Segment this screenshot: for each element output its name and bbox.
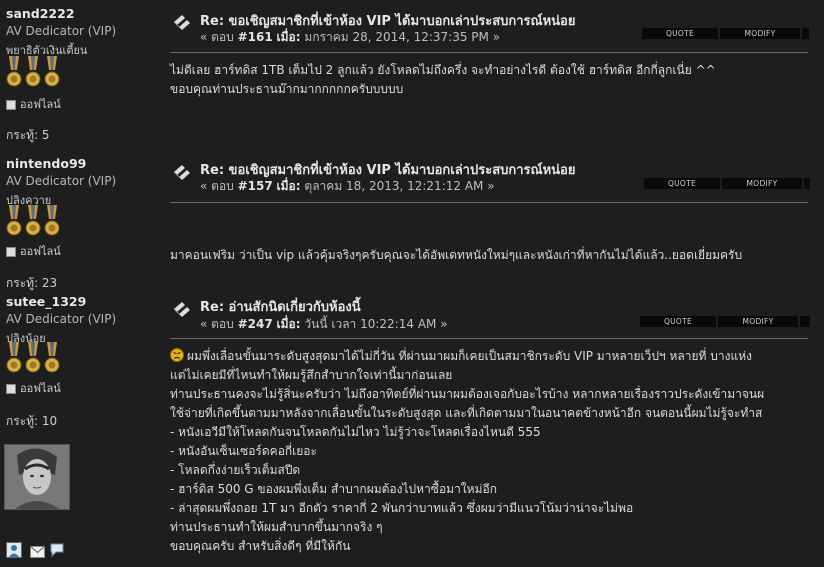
modify-button[interactable]: MODIFY <box>722 178 802 189</box>
body-line: - ฮาร์ดิส 500 G ของผมพึ่งเต็ม สำบากผมต้อ… <box>170 482 497 496</box>
post-meta: « ตอบ #157 เมื่อ: ตุลาคม 18, 2013, 12:21… <box>200 179 495 193</box>
medals <box>6 205 66 241</box>
post-date: มกราคม 28, 2014, 12:37:35 PM » <box>304 30 501 44</box>
personal-message-icon[interactable] <box>50 543 64 558</box>
post-3: sutee_1329 AV Dedicator (VIP) ปลิงน้อย อ… <box>0 290 824 567</box>
post-2: nintendo99 AV Dedicator (VIP) ปลิงควาย อ… <box>0 150 824 290</box>
body-line: ท่านประธานคงจะไม่รู้สิ่นะครับว่า ไม่ถึงอ… <box>170 387 765 401</box>
online-status: ออฟไลน์ <box>6 379 61 397</box>
medal-icon <box>25 342 41 373</box>
status-box-icon <box>6 384 16 394</box>
post-title[interactable]: Re: อ่านสักนิดเกี่ยวกับห้องนี้ <box>200 296 361 317</box>
status-box-icon <box>6 100 16 110</box>
body-line: - ล่าสุดผมพึ่งถอย 1T มา อีกตัว ราคากี่ 2… <box>170 501 634 515</box>
author-name[interactable]: sand2222 <box>6 6 75 21</box>
medal-icon <box>6 205 22 236</box>
post-icon <box>173 165 190 180</box>
post-icon <box>173 302 190 317</box>
author-name[interactable]: sutee_1329 <box>6 294 86 309</box>
medals <box>6 342 66 378</box>
reply-number: #157 <box>237 179 273 193</box>
extra-button[interactable] <box>800 316 810 327</box>
modify-button[interactable]: MODIFY <box>718 316 798 327</box>
online-status: ออฟไลน์ <box>6 242 61 260</box>
extra-button[interactable] <box>804 178 810 189</box>
status-box-icon <box>6 247 16 257</box>
post-1: sand2222 AV Dedicator (VIP) พยาธิตัวเงิน… <box>0 0 824 150</box>
body-line: มาคอนเฟริม ว่าเป็น vip แล้วคุ้มจริงๆครับ… <box>170 248 743 262</box>
online-status: ออฟไลน์ <box>6 95 61 113</box>
body-line: แต่ไม่เคยมีที่ไหนทำให้ผมรู้สึกสำบากใจเท่… <box>170 368 453 382</box>
post-meta: « ตอบ #247 เมื่อ: วันนี้ เวลา 10:22:14 A… <box>200 317 448 331</box>
author-rank: AV Dedicator (VIP) <box>6 174 117 188</box>
medal-icon <box>44 205 60 236</box>
post-icon <box>173 15 190 30</box>
post-body: มาคอนเฟริม ว่าเป็น vip แล้วคุ้มจริงๆครับ… <box>170 246 742 265</box>
email-icon[interactable] <box>30 546 45 558</box>
quote-button[interactable]: QUOTE <box>642 28 718 39</box>
medal-icon <box>25 56 41 87</box>
status-label: ออฟไลน์ <box>20 382 61 395</box>
status-label: ออฟไลน์ <box>20 245 61 258</box>
post-date: วันนี้ เวลา 10:22:14 AM » <box>304 317 448 331</box>
medal-icon <box>6 56 22 87</box>
medal-icon <box>44 56 60 87</box>
body-line: - หนังอันเซ็นเซอร์ดคอกี่เยอะ <box>170 444 317 458</box>
profile-icon[interactable] <box>6 542 22 558</box>
body-line: ไม่ดีเลย ฮาร์ทดิส 1TB เต็มไป 2 ลูกแล้ว ย… <box>170 63 716 77</box>
divider <box>170 338 808 339</box>
reply-number: #161 <box>237 30 273 44</box>
post-date: ตุลาคม 18, 2013, 12:21:12 AM » <box>304 179 495 193</box>
post-body: ผมพึ่งเลื่อนขั้นมาระดับสูงสุดมาได้ไม่กี่… <box>170 347 764 556</box>
body-line: - หนังเอวีมีให้โหลดกันจนโหลดกันไม่ไหว ไม… <box>170 425 541 439</box>
author-name[interactable]: nintendo99 <box>6 156 86 171</box>
body-line: ท่านประธานทำให้ผมสำบากขึ้นมากจริง ๆ <box>170 520 383 534</box>
author-rank: AV Dedicator (VIP) <box>6 312 117 326</box>
post-meta: « ตอบ #161 เมื่อ: มกราคม 28, 2014, 12:37… <box>200 30 501 44</box>
quote-button[interactable]: QUOTE <box>644 178 720 189</box>
body-line: ผมพึ่งเลื่อนขั้นมาระดับสูงสุดมาได้ไม่กี่… <box>187 349 752 363</box>
reply-number: #247 <box>237 317 273 331</box>
avatar <box>4 444 70 510</box>
body-line: ใช้จ่ายที่เกิดขึ้นตามมาหลังจากเลื่อนขั้น… <box>170 406 763 420</box>
modify-button[interactable]: MODIFY <box>720 28 800 39</box>
status-label: ออฟไลน์ <box>20 98 61 111</box>
post-count: กระทู้: 10 <box>6 414 58 428</box>
divider <box>170 202 808 203</box>
extra-button[interactable] <box>802 28 809 39</box>
body-line: ขอบคุณครับ สำหรับสิ่งดีๆ ที่มีให้กัน <box>170 539 351 553</box>
medal-icon <box>25 205 41 236</box>
medal-icon <box>44 342 60 373</box>
body-line: ขอบคุณท่านประธานม๊ากมากกกกกครับบบบบ <box>170 82 404 96</box>
profile-actions <box>6 542 76 560</box>
quote-button[interactable]: QUOTE <box>640 316 716 327</box>
post-body: ไม่ดีเลย ฮาร์ทดิส 1TB เต็มไป 2 ลูกแล้ว ย… <box>170 61 716 99</box>
divider <box>170 52 808 53</box>
author-rank: AV Dedicator (VIP) <box>6 24 117 38</box>
post-count: กระทู้: 5 <box>6 128 50 142</box>
body-line: - โหลดกึ่งง่ายเร็วเต็มสปีด <box>170 463 301 477</box>
medal-icon <box>6 342 22 373</box>
medals <box>6 56 66 92</box>
